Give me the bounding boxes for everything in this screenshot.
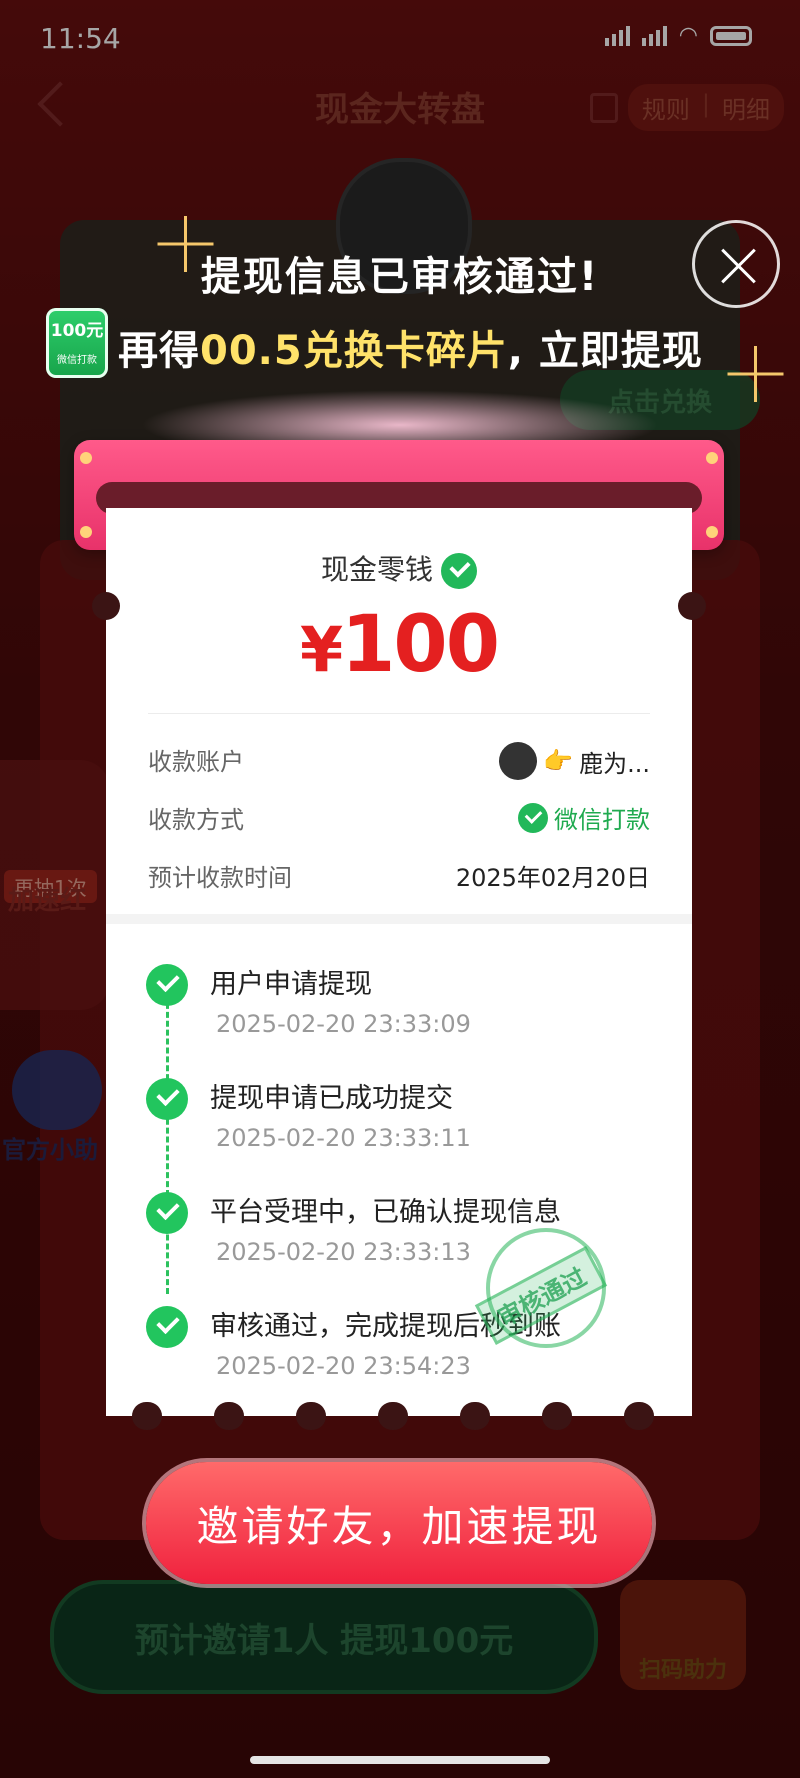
headline-reward-highlight: 00.5兑换卡碎片: [200, 328, 508, 374]
pointing-hand-icon: 👉: [543, 747, 574, 775]
account-name: 鹿为...: [579, 749, 650, 778]
check-icon: [146, 1192, 188, 1234]
account-label: 收款账户: [148, 748, 244, 776]
ticket-title: 现金零钱: [106, 548, 692, 589]
timeline-step: 用户申请提现 2025-02-20 23:33:09: [146, 958, 666, 1058]
wechat-pay-icon: [518, 802, 548, 833]
coupon-amount: 100元: [50, 321, 104, 341]
check-icon: [146, 1306, 188, 1348]
step-time: 2025-02-20 23:33:13: [216, 1238, 471, 1266]
perforation-hole: [132, 1402, 162, 1430]
eta-label: 预计收款时间: [148, 864, 292, 892]
section-separator: [106, 914, 692, 924]
perforation-hole: [624, 1402, 654, 1430]
eta-value: 2025年02月20日: [455, 864, 650, 892]
headline-reward-suffix: , 立即提现: [507, 328, 703, 374]
currency-symbol: ¥: [300, 613, 343, 686]
ticket-perforation: [106, 1402, 692, 1430]
perforation-hole: [542, 1402, 572, 1430]
coupon-caption: 微信打款: [57, 355, 97, 366]
check-icon: [146, 964, 188, 1006]
method-text: 微信打款: [554, 806, 650, 834]
sparkle-icon: [728, 346, 784, 402]
eta-row: 预计收款时间 2025年02月20日: [148, 852, 650, 892]
perforation-hole: [460, 1402, 490, 1430]
method-value: 微信打款: [518, 800, 650, 835]
account-avatar: [499, 742, 538, 780]
slot-dot: [80, 452, 92, 464]
perforation-hole: [296, 1402, 326, 1430]
check-icon: [146, 1078, 188, 1120]
coupon-icon: 100元 微信打款: [46, 308, 108, 378]
method-row: 收款方式 微信打款: [148, 794, 650, 834]
invite-friends-button[interactable]: 邀请好友，加速提现: [146, 1462, 652, 1584]
ticket-title-text: 现金零钱: [320, 553, 433, 586]
withdraw-amount: ¥100: [106, 600, 692, 690]
headline-approved: 提现信息已审核通过!: [200, 254, 600, 300]
method-label: 收款方式: [148, 806, 244, 834]
perforation-hole: [378, 1402, 408, 1430]
step-title: 用户申请提现: [210, 969, 372, 1000]
step-time: 2025-02-20 23:33:11: [216, 1124, 471, 1152]
timeline-step: 提现申请已成功提交 2025-02-20 23:33:11: [146, 1072, 666, 1172]
account-value: 👉 鹿为...: [499, 742, 650, 780]
step-time: 2025-02-20 23:33:09: [216, 1010, 471, 1038]
withdraw-ticket: 现金零钱 ¥100 收款账户 👉 鹿为... 收款方式 微信打款 预计收款时间 2…: [92, 508, 706, 1430]
headline-reward: 再得00.5兑换卡碎片, 立即提现: [118, 318, 703, 376]
step-title: 提现申请已成功提交: [210, 1083, 453, 1114]
slot-dot: [80, 526, 92, 538]
step-time: 2025-02-20 23:54:23: [216, 1352, 471, 1380]
account-row: 收款账户 👉 鹿为...: [148, 736, 650, 780]
headline-reward-prefix: 再得: [118, 328, 200, 374]
amount-value: 100: [341, 600, 500, 690]
step-title: 平台受理中，已确认提现信息: [210, 1197, 561, 1228]
home-indicator[interactable]: [250, 1756, 550, 1764]
wechat-icon: [441, 553, 477, 589]
divider: [148, 713, 650, 714]
slot-dot: [706, 526, 718, 538]
slot-dot: [706, 452, 718, 464]
perforation-hole: [214, 1402, 244, 1430]
